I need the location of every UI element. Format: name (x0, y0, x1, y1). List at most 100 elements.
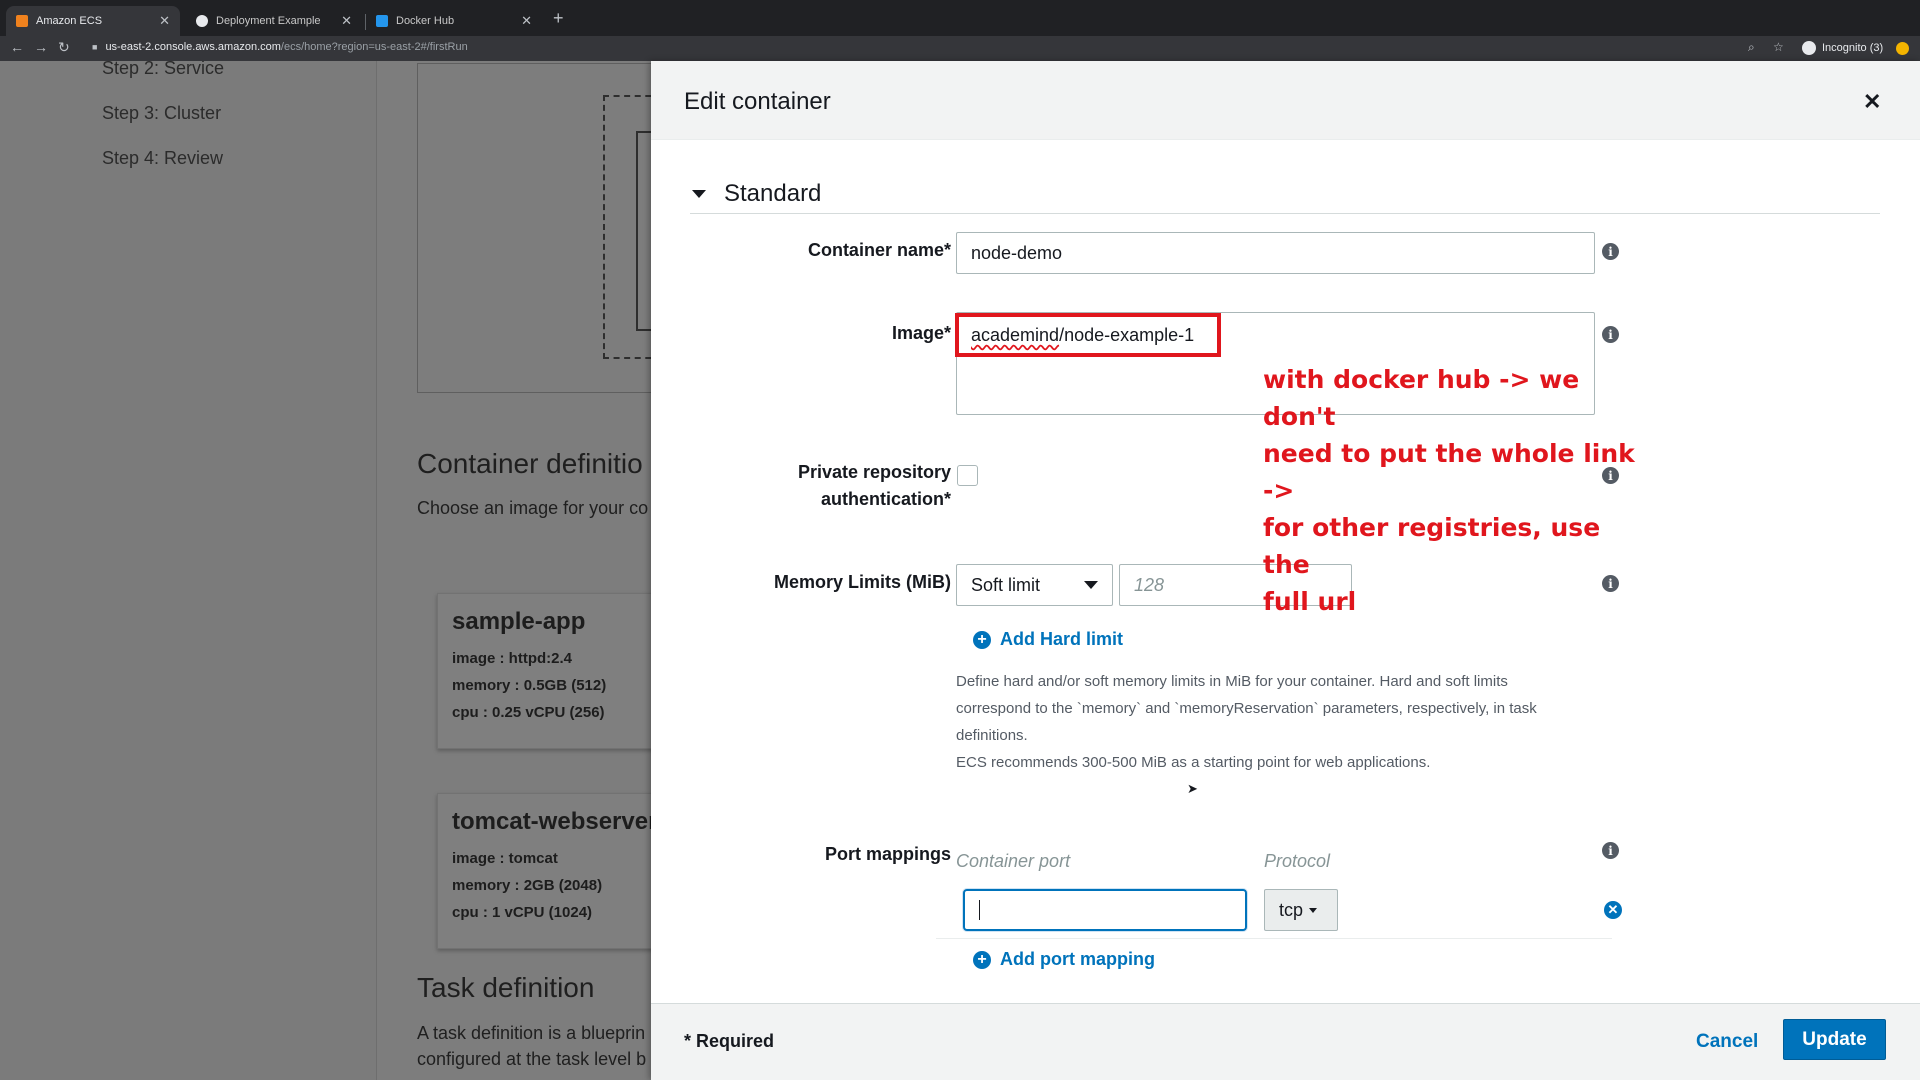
wizard-step-service: Step 2: Service (102, 61, 225, 78)
memory-help-line3: definitions. (956, 727, 1028, 744)
incognito-label: Incognito (3) (1822, 42, 1884, 54)
card-cpu: cpu : 1 vCPU (1024) (452, 904, 593, 921)
section-divider (690, 213, 1880, 214)
new-tab-icon[interactable]: + (553, 8, 564, 29)
section-title: Standard (724, 180, 822, 207)
close-tab-icon[interactable]: ✕ (341, 13, 352, 29)
protocol-column-header: Protocol (1264, 851, 1331, 871)
task-definition-desc-2: configured at the task level b (417, 1049, 647, 1069)
protocol-value: tcp (1279, 899, 1304, 920)
card-name: tomcat-webserver (452, 808, 658, 835)
container-port-column-header: Container port (956, 851, 1071, 871)
port-mappings-label: Port mappings (824, 844, 951, 864)
modal-header: Edit container ✕ (651, 61, 1920, 140)
remove-port-mapping-icon[interactable]: ✕ (1604, 901, 1622, 919)
required-note: * Required (684, 1031, 775, 1051)
globe-favicon-icon (196, 15, 208, 27)
info-icon[interactable]: i (1602, 842, 1619, 859)
standard-section-toggle[interactable]: Standard (692, 180, 821, 208)
add-port-mapping-label: Add port mapping (1000, 949, 1155, 969)
close-icon[interactable]: ✕ (1863, 89, 1881, 115)
docker-favicon-icon (376, 15, 388, 27)
port-row-divider (936, 938, 1612, 939)
memory-help-line4: ECS recommends 300-500 MiB as a starting… (956, 754, 1431, 771)
tab-title: Deployment Example (216, 15, 321, 27)
modal-footer: * Required Cancel Update (651, 1003, 1920, 1080)
annotation-line: full url (1263, 587, 1357, 616)
plus-circle-icon: + (973, 950, 991, 969)
task-definition-heading: Task definition (417, 972, 595, 1003)
card-memory: memory : 0.5GB (512) (452, 677, 607, 694)
memory-help-line1: Define hard and/or soft memory limits in… (956, 673, 1508, 690)
private-repo-label-line1: Private repository (797, 462, 951, 482)
modal-title: Edit container (684, 88, 831, 115)
incognito-indicator[interactable]: Incognito (3) (1802, 41, 1883, 55)
update-button[interactable]: Update (1783, 1019, 1886, 1060)
address-bar: ← → ↻ ■ us-east-2.console.aws.amazon.com/… (0, 36, 1920, 61)
url-path: /ecs/home?region=us-east-2#/firstRun (280, 41, 468, 53)
card-memory: memory : 2GB (2048) (452, 877, 603, 894)
card-name: sample-app (452, 608, 586, 635)
tab-title: Amazon ECS (36, 15, 103, 27)
url-host: us-east-2.console.aws.amazon.com (105, 41, 281, 53)
private-repo-label-line2: authentication* (820, 489, 951, 509)
card-image: image : httpd:2.4 (452, 650, 573, 667)
caret-down-icon (1309, 907, 1318, 913)
close-tab-icon[interactable]: ✕ (159, 13, 170, 29)
container-name-label: Container name* (807, 240, 951, 260)
add-hard-limit-label: Add Hard limit (1000, 629, 1124, 649)
caret-down-icon (692, 190, 706, 198)
image-label: Image* (891, 323, 951, 343)
incognito-icon (1802, 41, 1816, 55)
bookmark-star-icon[interactable]: ☆ (1773, 40, 1784, 54)
text-cursor (979, 900, 980, 920)
memory-limit-type-value: Soft limit (971, 574, 1041, 595)
plus-circle-icon: + (973, 630, 991, 649)
container-name-value: node-demo (971, 242, 1063, 263)
chevron-down-icon (1084, 581, 1098, 589)
lock-icon: ■ (92, 42, 98, 52)
task-definition-desc-1: A task definition is a blueprin (417, 1023, 646, 1043)
annotation-line: need to put the whole link -> (1263, 439, 1635, 505)
protocol-select[interactable]: tcp (1264, 889, 1338, 931)
memory-help-line2: correspond to the `memory` and `memoryRe… (956, 700, 1537, 717)
tab-deployment-example[interactable]: Deployment Example ✕ (186, 6, 362, 36)
container-definition-desc: Choose an image for your co (417, 498, 649, 518)
tab-title: Docker Hub (396, 15, 455, 27)
annotation-note: with docker hub -> we don't need to put … (1263, 361, 1648, 620)
back-icon[interactable]: ← (10, 39, 24, 55)
forward-icon[interactable]: → (34, 39, 48, 55)
card-cpu: cpu : 0.25 vCPU (256) (452, 704, 605, 721)
wizard-step-cluster: Step 3: Cluster (102, 103, 222, 123)
memory-limits-label: Memory Limits (MiB) (773, 572, 951, 592)
wizard-step-review: Step 4: Review (102, 148, 224, 168)
tab-docker-hub[interactable]: Docker Hub ✕ (366, 6, 542, 36)
container-card-sample-app: sample-app image : httpd:2.4 memory : 0.… (437, 593, 677, 749)
info-icon[interactable]: i (1602, 326, 1619, 343)
browser-tab-bar: Amazon ECS ✕ Deployment Example ✕ Docker… (0, 0, 1920, 36)
wizard-sidebar: Step 2: Service Step 3: Cluster Step 4: … (0, 61, 377, 1080)
add-port-mapping-button[interactable]: + Add port mapping (973, 949, 1155, 970)
info-icon[interactable]: i (1602, 243, 1619, 260)
annotation-line: with docker hub -> we don't (1263, 365, 1580, 431)
url-field[interactable]: ■ us-east-2.console.aws.amazon.com/ecs/ho… (92, 41, 468, 53)
container-definition-heading: Container definitio (417, 448, 643, 479)
memory-limit-placeholder: 128 (1134, 574, 1165, 595)
cancel-button[interactable]: Cancel (1696, 1031, 1758, 1053)
mouse-cursor-icon: ➤ (1187, 781, 1198, 796)
add-hard-limit-button[interactable]: + Add Hard limit (973, 629, 1123, 650)
aws-favicon-icon (16, 15, 28, 27)
profile-avatar-icon[interactable] (1896, 42, 1909, 55)
private-repo-checkbox[interactable] (957, 465, 978, 486)
card-image: image : tomcat (452, 850, 558, 867)
tab-amazon-ecs[interactable]: Amazon ECS ✕ (6, 6, 180, 36)
close-tab-icon[interactable]: ✕ (521, 13, 532, 29)
annotation-line: for other registries, use the (1263, 513, 1601, 579)
zoom-icon[interactable]: ⌕ (1748, 40, 1755, 55)
container-port-input[interactable] (963, 889, 1247, 931)
container-name-input[interactable]: node-demo (956, 232, 1595, 274)
memory-limit-type-select[interactable]: Soft limit (956, 564, 1113, 606)
reload-icon[interactable]: ↻ (58, 39, 70, 56)
container-card-tomcat: tomcat-webserver image : tomcat memory :… (437, 793, 677, 949)
image-highlight-box (955, 313, 1221, 357)
